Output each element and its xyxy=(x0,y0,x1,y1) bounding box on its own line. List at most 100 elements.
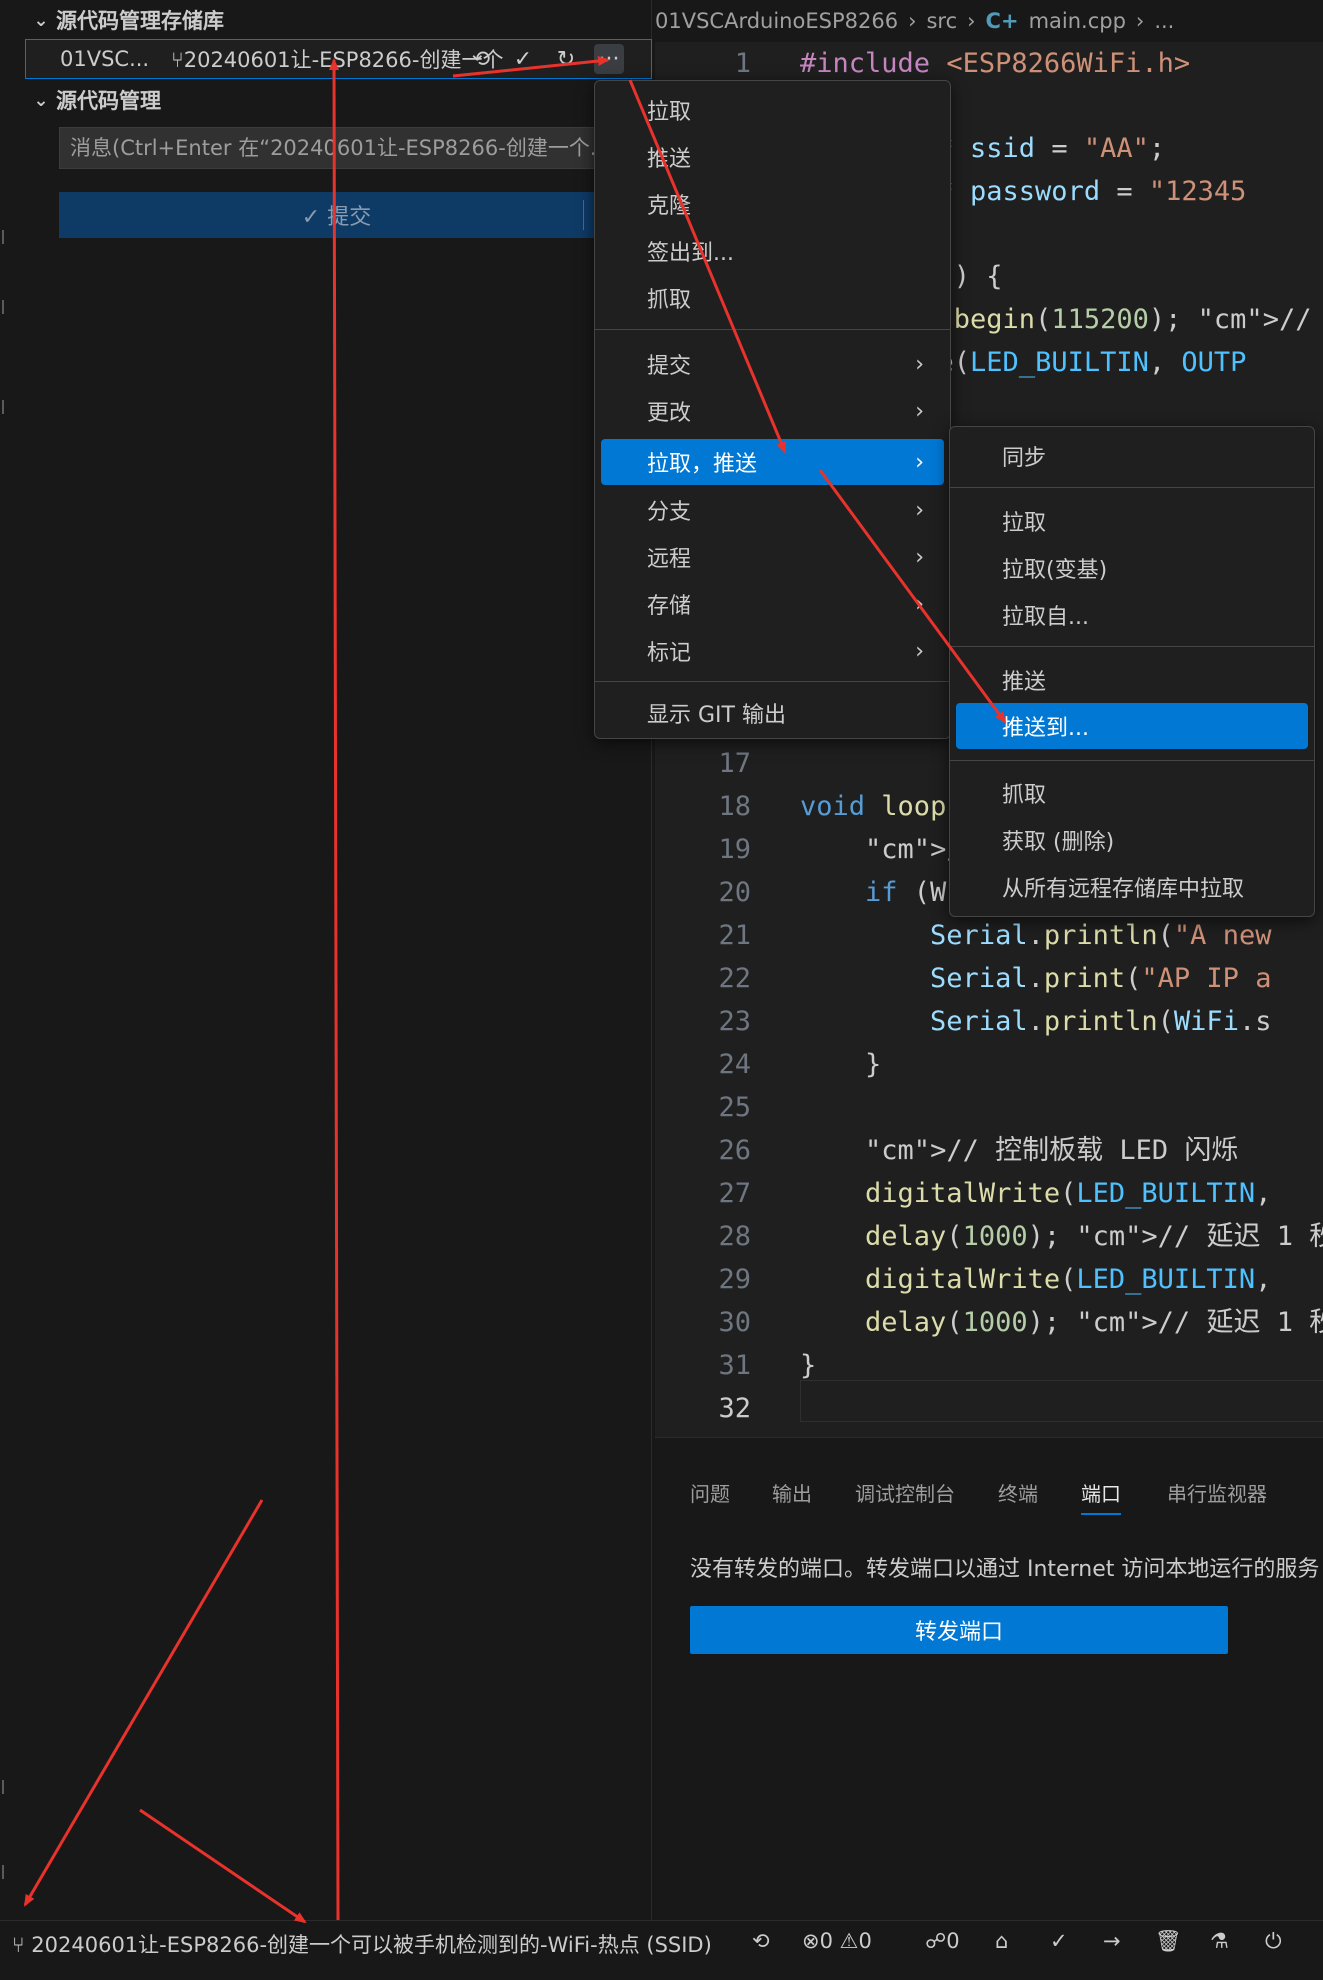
code-text: delay(1000); "cm">// 延迟 1 秒 xyxy=(865,1307,1323,1338)
chevron-right-icon: › xyxy=(915,351,924,377)
breadcrumb-item[interactable]: 01VSCArduinoESP8266 xyxy=(655,9,898,33)
menu-item-branch[interactable]: 分支 › xyxy=(601,491,944,529)
code-line[interactable]: 22 Serial.print("AP IP a xyxy=(655,957,1323,1000)
chevron-right-icon: › xyxy=(915,449,924,475)
sync-icon[interactable]: ⟲ xyxy=(466,44,496,74)
manage-gear-icon[interactable] xyxy=(2,1865,8,1879)
commit-button-divider xyxy=(583,200,584,230)
tab-problems[interactable]: 问题 xyxy=(690,1478,730,1507)
sync-icon[interactable]: ⟲ xyxy=(752,1929,770,1953)
code-text: Serial.println(WiFi.s xyxy=(930,1006,1272,1037)
commit-message-input[interactable]: 消息(Ctrl+Enter 在“20240601让-ESP8266-创建一个..… xyxy=(59,127,614,169)
menu-item-tags[interactable]: 标记 › xyxy=(601,632,944,670)
code-text: Serial.println("A new xyxy=(930,920,1272,951)
code-text: #include <ESP8266WiFi.h> xyxy=(800,48,1191,79)
menu-item-clone[interactable]: 克隆 xyxy=(601,185,944,223)
source-control-section-header[interactable]: ⌄ 源代码管理 xyxy=(26,80,161,120)
menu-item-pull[interactable]: 拉取 xyxy=(956,502,1308,540)
refresh-icon[interactable]: ↻ xyxy=(551,44,581,74)
code-line[interactable]: 30 delay(1000); "cm">// 延迟 1 秒 xyxy=(655,1301,1323,1344)
menu-item-pull-all-remotes[interactable]: 从所有远程存储库中拉取 xyxy=(956,868,1308,906)
code-line[interactable]: 28 delay(1000); "cm">// 延迟 1 秒 xyxy=(655,1215,1323,1258)
code-line[interactable]: 21 Serial.println("A new xyxy=(655,914,1323,957)
error-icon: ⊗ xyxy=(802,1929,820,1953)
menu-separator xyxy=(595,329,950,330)
code-line[interactable]: 27 digitalWrite(LED_BUILTIN, xyxy=(655,1172,1323,1215)
activity-icon[interactable] xyxy=(2,400,8,414)
menu-item-checkout[interactable]: 签出到... xyxy=(601,232,944,270)
commit-button[interactable]: ✓ 提交 xyxy=(59,192,614,238)
tab-terminal[interactable]: 终端 xyxy=(998,1478,1038,1507)
status-branch-label: 20240601让-ESP8266-创建一个可以被手机检测到的-WiFi-热点 … xyxy=(31,1933,712,1957)
menu-item-sync[interactable]: 同步 xyxy=(956,437,1308,475)
code-line[interactable]: 24 } xyxy=(655,1043,1323,1086)
menu-item-stash[interactable]: 存储 › xyxy=(601,585,944,623)
breadcrumb-item[interactable]: ... xyxy=(1154,9,1174,33)
tab-debug-console[interactable]: 调试控制台 xyxy=(855,1478,955,1507)
repositories-section-header[interactable]: ⌄ 源代码管理存储库 xyxy=(26,0,224,40)
activity-icon[interactable] xyxy=(2,300,8,314)
accounts-icon[interactable] xyxy=(2,1780,8,1794)
more-actions-menu: 拉取 推送 克隆 签出到... 抓取 提交 › 更改 › 拉取，推送 › 分支 › 远程… xyxy=(594,80,951,739)
tab-serial-monitor[interactable]: 串行监视器 xyxy=(1167,1478,1267,1507)
menu-item-push[interactable]: 推送 xyxy=(956,661,1308,699)
menu-item-fetch-prune[interactable]: 获取 (删除) xyxy=(956,821,1308,859)
more-actions-button[interactable]: ··· xyxy=(594,44,624,74)
chevron-right-icon: › xyxy=(908,9,917,33)
line-number: 28 xyxy=(718,1221,751,1252)
tab-output[interactable]: 输出 xyxy=(772,1478,812,1507)
code-line[interactable]: 29 digitalWrite(LED_BUILTIN, xyxy=(655,1258,1323,1301)
code-line[interactable]: 1 #include <ESP8266WiFi.h> xyxy=(655,42,1323,85)
menu-item-push[interactable]: 推送 xyxy=(601,138,944,176)
menu-item-pull-rebase[interactable]: 拉取(变基) xyxy=(956,549,1308,587)
status-ports[interactable]: ☍0 xyxy=(925,1929,960,1953)
branch-icon: ⑂ xyxy=(171,48,184,72)
menu-item-label: 分支 xyxy=(647,500,692,525)
menu-item-pull-from[interactable]: 拉取自... xyxy=(956,596,1308,634)
repository-branch[interactable]: ⑂20240601让-ESP8266-创建一个 xyxy=(171,44,503,74)
plug-icon[interactable]: ⏻ xyxy=(1265,1929,1282,1954)
breadcrumb-item[interactable]: src xyxy=(926,9,957,33)
menu-item-pull[interactable]: 拉取 xyxy=(601,91,944,129)
repository-row[interactable]: 01VSC... ⑂20240601让-ESP8266-创建一个 ⟲ ✓ ↻ ·… xyxy=(25,39,652,79)
menu-item-remote[interactable]: 远程 › xyxy=(601,538,944,576)
menu-item-show-git-output[interactable]: 显示 GIT 输出 xyxy=(601,694,944,732)
check-icon[interactable]: ✓ xyxy=(1050,1929,1068,1953)
tab-ports[interactable]: 端口 xyxy=(1081,1478,1121,1515)
menu-item-pull-push[interactable]: 拉取，推送 › xyxy=(601,439,944,485)
commit-check-icon[interactable]: ✓ xyxy=(508,44,538,74)
line-number: 27 xyxy=(718,1178,751,1209)
home-icon[interactable]: ⌂ xyxy=(995,1929,1008,1953)
breadcrumb-item[interactable]: main.cpp xyxy=(1029,9,1126,33)
menu-item-commit[interactable]: 提交 › xyxy=(601,345,944,383)
chevron-right-icon: › xyxy=(915,398,924,424)
activity-bar xyxy=(0,0,26,1920)
code-text: ar* password = "12345 xyxy=(905,176,1247,207)
menu-item-fetch[interactable]: 抓取 xyxy=(601,279,944,317)
pull-push-submenu: 同步 拉取 拉取(变基) 拉取自... 推送 推送到... 抓取 获取 (删除)… xyxy=(949,426,1315,917)
arrow-right-icon[interactable]: → xyxy=(1103,1929,1121,1953)
flask-icon[interactable]: ⚗ xyxy=(1210,1929,1229,1953)
line-number: 1 xyxy=(734,48,751,79)
menu-item-fetch[interactable]: 抓取 xyxy=(956,774,1308,812)
status-branch[interactable]: ⑂ 20240601让-ESP8266-创建一个可以被手机检测到的-WiFi-热… xyxy=(12,1929,712,1959)
menu-item-push-to[interactable]: 推送到... xyxy=(956,703,1308,749)
commit-button-label: ✓ 提交 xyxy=(301,205,372,230)
ports-count: 0 xyxy=(946,1929,960,1953)
status-problems[interactable]: ⊗0 ⚠0 xyxy=(802,1929,872,1953)
trash-icon[interactable]: 🗑 xyxy=(1155,1929,1182,1954)
code-line[interactable]: 26 "cm">// 控制板载 LED 闪烁 xyxy=(655,1129,1323,1172)
line-number: 19 xyxy=(718,834,751,865)
radio-tower-icon: ☍ xyxy=(925,1929,947,1953)
activity-icon[interactable] xyxy=(2,230,8,244)
chevron-right-icon: › xyxy=(915,591,924,617)
current-line-highlight xyxy=(800,1380,1323,1422)
repository-branch-label: 20240601让-ESP8266-创建一个 xyxy=(183,48,504,72)
menu-item-changes[interactable]: 更改 › xyxy=(601,392,944,430)
code-line[interactable]: 23 Serial.println(WiFi.s xyxy=(655,1000,1323,1043)
menu-item-label: 更改 xyxy=(647,401,692,426)
forward-port-button[interactable]: 转发端口 xyxy=(690,1606,1228,1654)
code-line[interactable]: 25 xyxy=(655,1086,1323,1129)
code-text: } xyxy=(800,1049,882,1080)
line-number: 20 xyxy=(718,877,751,908)
